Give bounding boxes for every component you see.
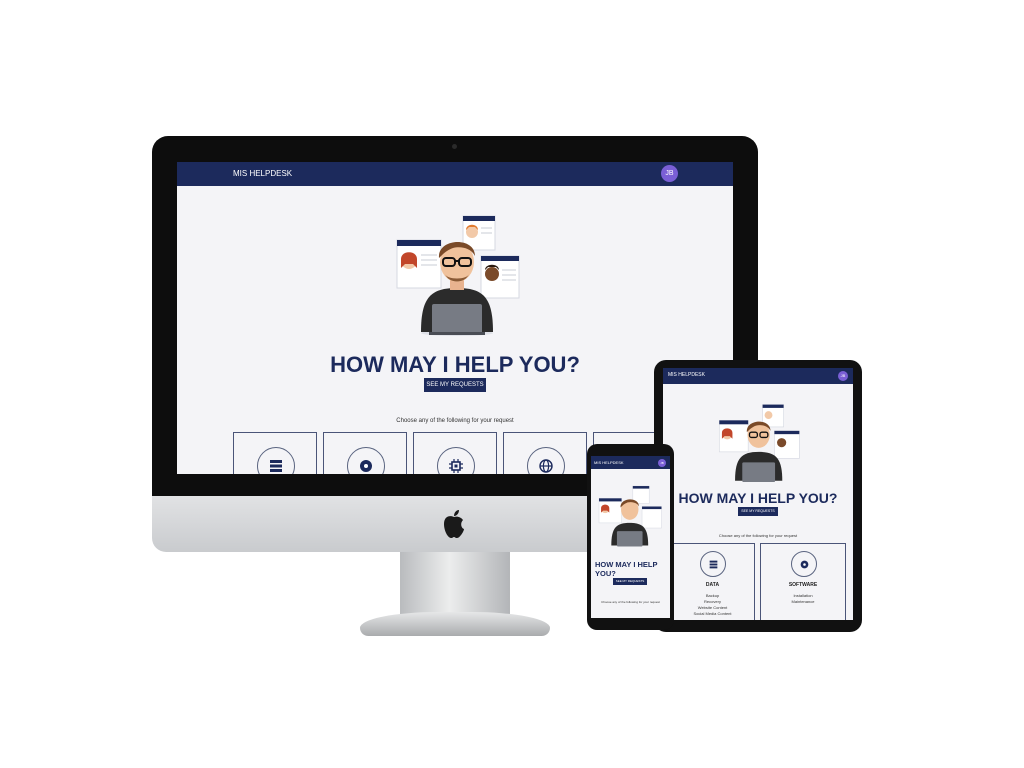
card-items: Backup Recovery Website Content Social M… <box>671 593 754 617</box>
card-item[interactable]: Social Media Content <box>671 611 754 617</box>
navbar: MIS HELPDESK JB <box>663 368 853 384</box>
user-avatar[interactable]: JB <box>661 165 678 182</box>
card-icon-ring <box>700 551 726 577</box>
server-icon <box>709 560 718 569</box>
camera-dot <box>452 144 457 149</box>
see-my-requests-button[interactable]: SEE MY REQUESTS <box>613 578 647 585</box>
apple-logo-icon <box>444 510 464 538</box>
server-icon <box>270 460 282 472</box>
tablet-screen: MIS HELPDESK JB HOW MAY I HELP YOU? SEE … <box>663 368 853 620</box>
user-avatar[interactable]: JB <box>838 371 848 381</box>
helpdesk-illustration <box>396 215 520 336</box>
card-icon-ring <box>257 447 295 474</box>
phone-screen: MIS HELPDESK JB HOW MAY I HELP YOU? SEE … <box>591 456 670 618</box>
category-card-hardware[interactable] <box>413 432 497 474</box>
choose-instruction: Choose any of the following for your req… <box>718 533 798 538</box>
see-my-requests-button[interactable]: SEE MY REQUESTS <box>738 507 778 516</box>
card-title: SOFTWARE <box>788 582 818 588</box>
navbar: MIS HELPDESK JB <box>177 162 733 186</box>
card-title: DATA <box>705 582 720 588</box>
page-heading: HOW MAY I HELP YOU? <box>330 352 580 377</box>
card-icon-ring <box>527 447 565 474</box>
page-heading: HOW MAY I HELP YOU? <box>678 490 838 506</box>
disc-icon <box>360 460 372 472</box>
disc-icon <box>800 560 809 569</box>
helpdesk-illustration <box>718 404 800 483</box>
app-title[interactable]: MIS HELPDESK <box>233 169 292 178</box>
imac-stand-foot <box>360 612 550 636</box>
see-my-requests-button[interactable]: SEE MY REQUESTS <box>424 378 486 392</box>
app-title[interactable]: MIS HELPDESK <box>668 372 705 378</box>
category-card-software[interactable]: SOFTWARE Installation Maintenance <box>760 543 846 620</box>
category-card-network[interactable] <box>503 432 587 474</box>
helpdesk-illustration <box>598 485 662 547</box>
category-card-data[interactable] <box>233 432 317 474</box>
card-item[interactable]: Maintenance <box>761 599 845 605</box>
choose-instruction: Choose any of the following for your req… <box>396 418 514 424</box>
card-items: Installation Maintenance <box>761 593 845 605</box>
card-icon-ring <box>791 551 817 577</box>
user-avatar[interactable]: JB <box>658 459 666 467</box>
globe-icon <box>539 459 553 473</box>
imac-stand-neck <box>400 552 510 618</box>
category-card-software[interactable] <box>323 432 407 474</box>
app-title[interactable]: MIS HELPDESK <box>594 460 624 465</box>
category-card-data[interactable]: DATA Backup Recovery Website Content Soc… <box>670 543 755 620</box>
card-icon-ring <box>437 447 475 474</box>
card-icon-ring <box>347 447 385 474</box>
page-heading: HOW MAY I HELP YOU? <box>595 560 658 578</box>
desktop-screen: MIS HELPDESK JB HOW MAY I HELP YOU? SEE … <box>177 162 733 474</box>
chip-icon <box>449 459 463 473</box>
navbar: MIS HELPDESK JB <box>591 456 670 469</box>
choose-instruction: Choose any of the following for your req… <box>601 600 660 604</box>
